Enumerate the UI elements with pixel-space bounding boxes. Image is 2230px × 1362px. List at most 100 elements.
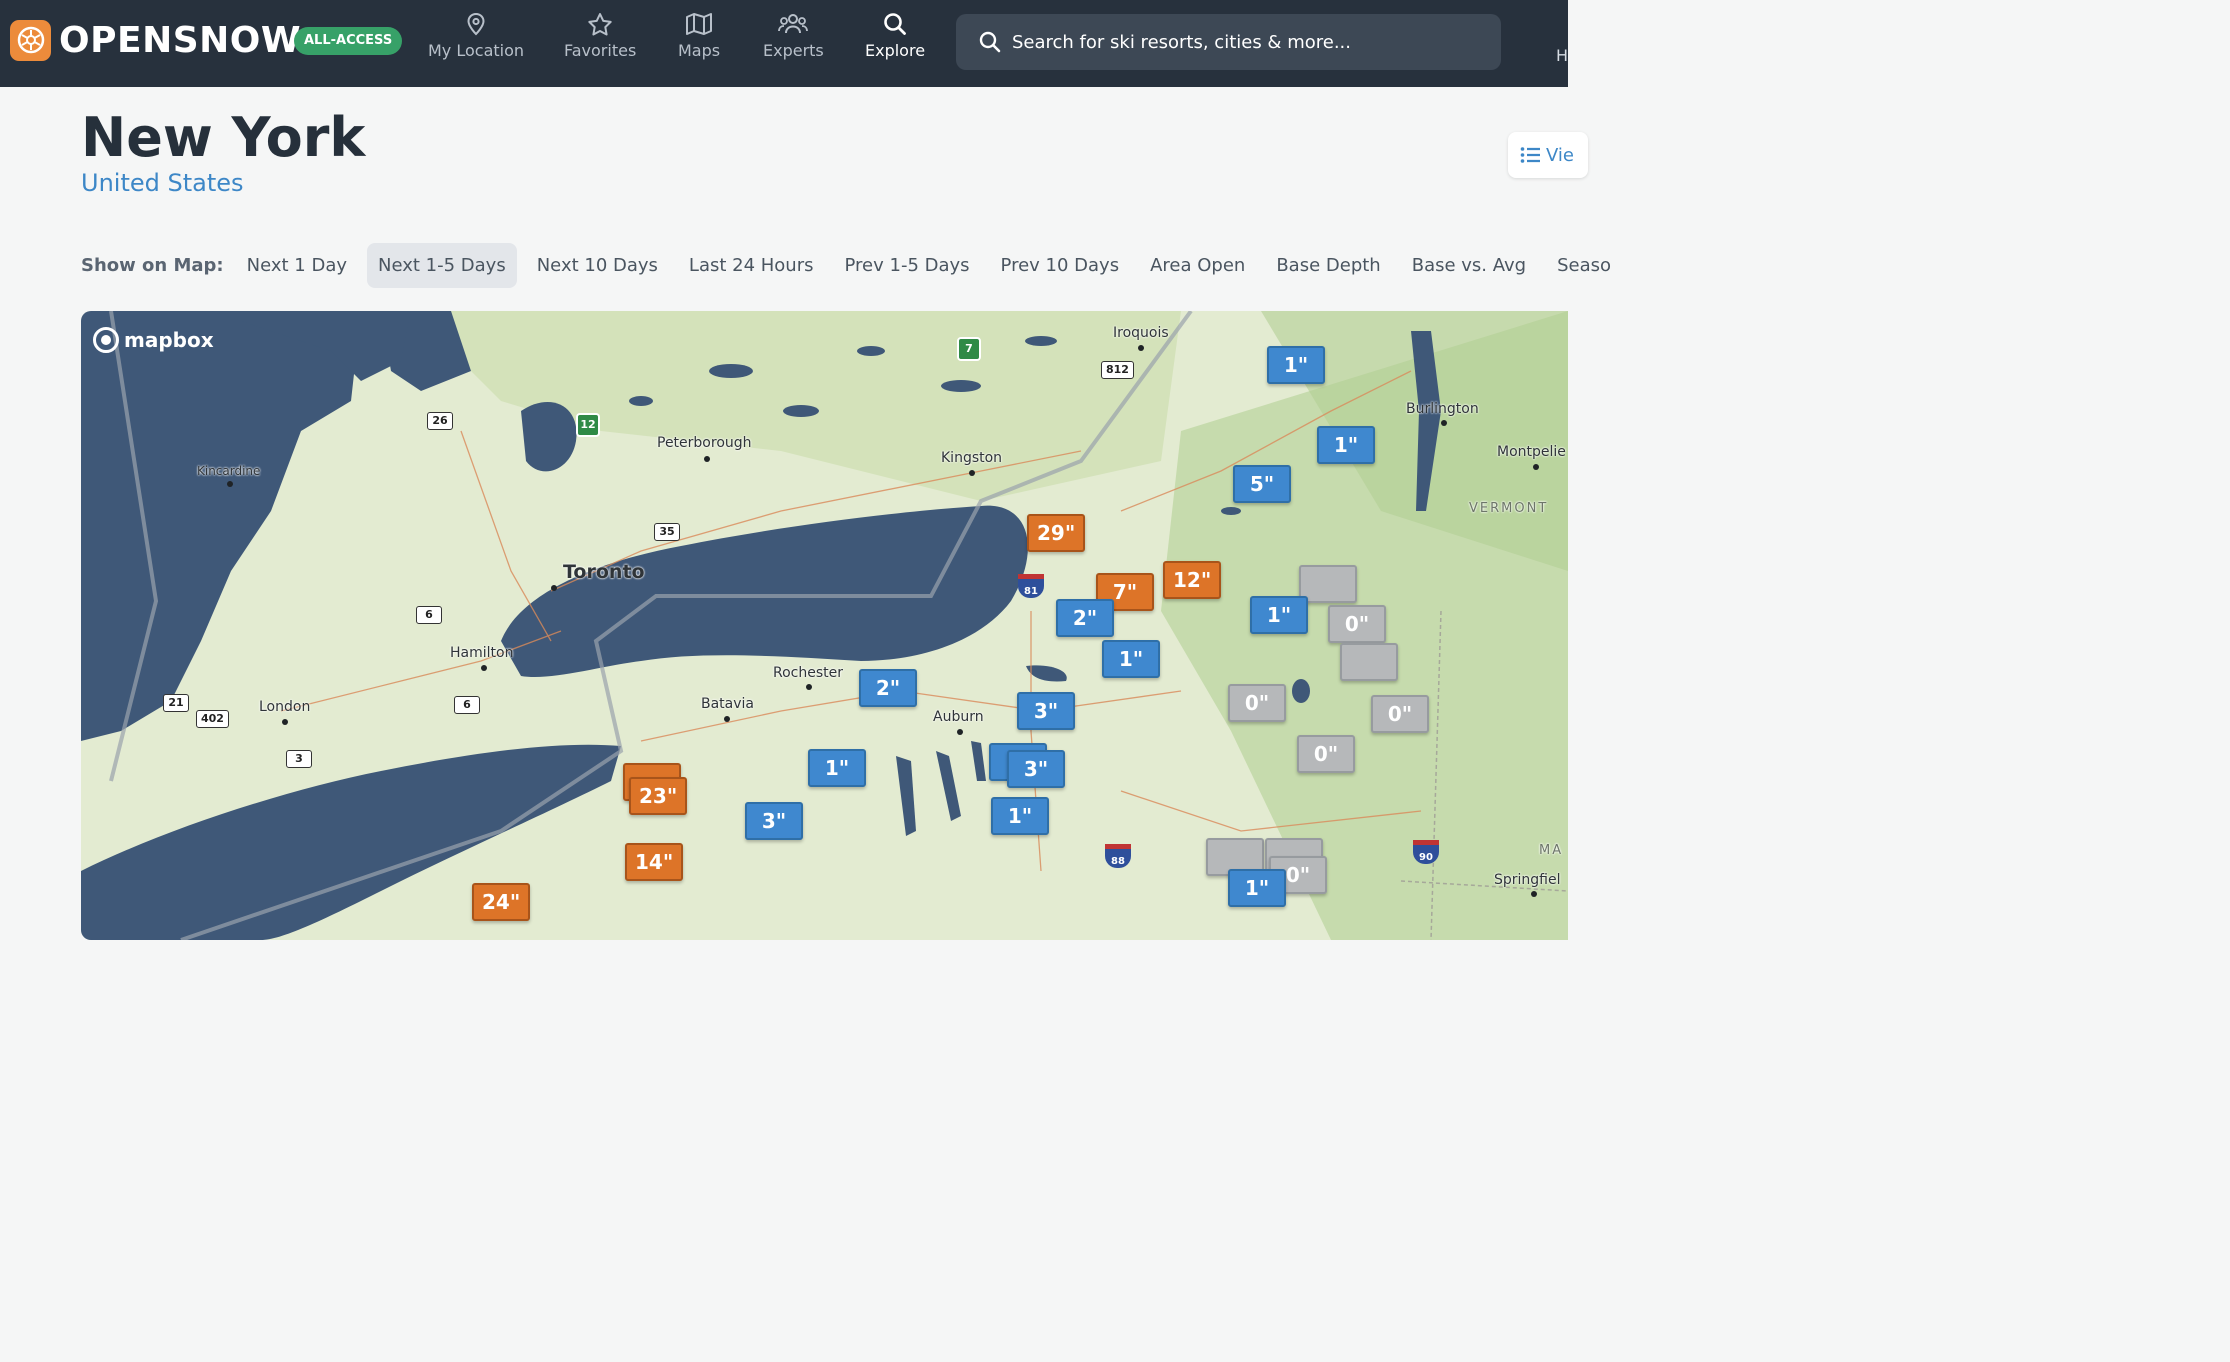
tab-last-24-hours[interactable]: Last 24 Hours (678, 243, 825, 288)
tab-area-open[interactable]: Area Open (1139, 243, 1256, 288)
snow-marker[interactable]: 1" (1267, 346, 1325, 384)
nav-maps[interactable]: Maps (678, 12, 720, 72)
list-icon (1520, 147, 1540, 163)
route-shield-26: 26 (427, 412, 453, 430)
tabs-label: Show on Map: (81, 255, 224, 276)
nav-label: My Location (428, 41, 525, 60)
search-bar[interactable] (956, 14, 1501, 70)
tab-base-vs-avg[interactable]: Base vs. Avg (1401, 243, 1537, 288)
search-input[interactable] (1012, 31, 1492, 53)
snow-marker[interactable]: 3" (745, 802, 803, 840)
route-shield-7: 7 (957, 337, 981, 361)
tab-next-1-day[interactable]: Next 1 Day (236, 243, 358, 288)
peterborough-dot (704, 456, 710, 462)
snow-marker[interactable]: 29" (1027, 514, 1086, 552)
route-shield-6b: 6 (454, 696, 480, 714)
mapbox-text: mapbox (124, 328, 214, 352)
star-icon (588, 13, 612, 36)
nav-my-location[interactable]: My Location (428, 12, 524, 72)
snow-marker[interactable]: 2" (859, 669, 917, 707)
place-iroquois: Iroquois (1113, 325, 1169, 341)
kingston-dot (969, 470, 975, 476)
place-burlington: Burlington (1406, 401, 1479, 417)
interstate-shield-88: 88 (1105, 844, 1131, 868)
snow-marker[interactable]: 1" (991, 797, 1049, 835)
nav-explore[interactable]: Explore (865, 12, 925, 72)
snow-marker[interactable]: 23" (629, 777, 688, 815)
snow-marker[interactable]: 24" (472, 883, 531, 921)
place-toronto: Toronto (563, 561, 645, 583)
tab-next-1-5-days[interactable]: Next 1-5 Days (367, 243, 517, 288)
hamilton-dot (481, 665, 487, 671)
tab-season[interactable]: Seaso (1546, 243, 1622, 288)
tab-prev-10-days[interactable]: Prev 10 Days (990, 243, 1131, 288)
batavia-dot (724, 716, 730, 722)
snow-marker[interactable]: 1" (808, 749, 866, 787)
snow-marker[interactable]: 1" (1102, 640, 1160, 678)
nav-experts[interactable]: Experts (763, 12, 824, 72)
snow-marker[interactable]: 3" (1017, 692, 1075, 730)
opensnow-logo[interactable]: OPENSNOW (10, 18, 301, 62)
page-title: New York (81, 106, 366, 169)
location-pin-icon (467, 12, 485, 36)
top-navigation-bar: OPENSNOW ALL-ACCESS My Location Favorite… (0, 0, 1568, 87)
nav-label: Experts (763, 41, 824, 60)
snow-forecast-map[interactable]: mapbox Toronto Peterborough Kingston Iro… (81, 311, 1568, 940)
map-icon (686, 13, 713, 35)
london-dot (282, 719, 288, 725)
interstate-shield-90: 90 (1413, 840, 1439, 864)
tab-base-depth[interactable]: Base Depth (1265, 243, 1391, 288)
route-shield-6a: 6 (416, 606, 442, 624)
country-link[interactable]: United States (81, 169, 244, 197)
tab-next-10-days[interactable]: Next 10 Days (526, 243, 669, 288)
snow-marker[interactable]: 12" (1163, 561, 1222, 599)
place-vermont: VERMONT (1469, 501, 1549, 516)
snow-marker[interactable]: 14" (625, 843, 684, 881)
route-shield-812: 812 (1101, 361, 1134, 379)
snow-marker[interactable]: 3" (1007, 750, 1065, 788)
logo-text: OPENSNOW (59, 19, 302, 61)
snow-marker[interactable]: 0" (1297, 735, 1355, 773)
place-hamilton: Hamilton (450, 645, 514, 661)
kincardine-dot (227, 481, 233, 487)
tab-prev-1-5-days[interactable]: Prev 1-5 Days (834, 243, 981, 288)
place-ma: MA (1539, 843, 1564, 858)
rochester-dot (806, 684, 812, 690)
map-layer-tabs: Show on Map: Next 1 Day Next 1-5 Days Ne… (81, 243, 1631, 288)
route-shield-35: 35 (654, 523, 680, 541)
mapbox-logo-icon (93, 327, 119, 353)
place-springfield: Springfiel (1494, 872, 1561, 888)
toronto-dot (551, 585, 557, 591)
interstate-shield-81: 81 (1018, 574, 1044, 598)
snow-marker[interactable]: 1" (1250, 596, 1308, 634)
mapbox-attribution[interactable]: mapbox (93, 327, 214, 353)
search-icon (884, 13, 906, 35)
route-shield-3: 3 (286, 750, 312, 768)
snow-marker[interactable]: 0" (1328, 605, 1386, 643)
route-shield-12: 12 (576, 413, 600, 437)
snow-marker[interactable]: 1" (1228, 869, 1286, 907)
route-shield-402: 402 (196, 710, 229, 728)
nav-favorites[interactable]: Favorites (564, 12, 636, 72)
place-peterborough: Peterborough (657, 435, 752, 451)
snow-marker[interactable]: 2" (1056, 599, 1114, 637)
people-icon (778, 14, 809, 34)
header-overflow-link[interactable]: H (1556, 46, 1568, 65)
snow-marker[interactable]: 1" (1317, 426, 1375, 464)
place-kincardine: Kincardine (197, 464, 261, 478)
snow-marker[interactable]: 0" (1371, 695, 1429, 733)
place-rochester: Rochester (773, 665, 843, 681)
place-batavia: Batavia (701, 696, 755, 712)
view-list-button[interactable]: Vie (1508, 132, 1588, 178)
snow-marker[interactable]: 0" (1228, 684, 1286, 722)
snow-marker[interactable]: 5" (1233, 465, 1291, 503)
all-access-badge[interactable]: ALL-ACCESS (294, 27, 403, 55)
route-shield-21: 21 (163, 694, 189, 712)
view-button-label: Vie (1546, 144, 1574, 166)
auburn-dot (957, 729, 963, 735)
burlington-dot (1441, 420, 1447, 426)
nav-label: Favorites (564, 41, 637, 60)
springfield-dot (1531, 891, 1537, 897)
place-auburn: Auburn (933, 709, 984, 725)
snow-marker-empty[interactable] (1340, 643, 1398, 681)
